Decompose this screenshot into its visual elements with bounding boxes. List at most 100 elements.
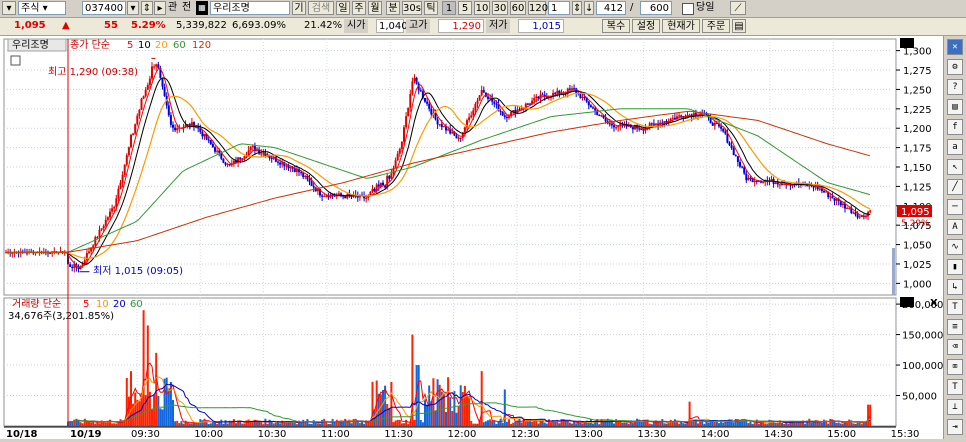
period-label[interactable]: 기 — [292, 1, 306, 15]
candle-body — [325, 195, 328, 197]
candle-body — [226, 164, 229, 166]
search-icon[interactable]: ▸ — [154, 1, 166, 15]
tool-abc-icon[interactable]: a — [947, 139, 963, 155]
candle-body — [121, 174, 124, 183]
info-bar: 1,095 ▲ 55 5.29% 5,339,822 6,693.09% 21.… — [0, 18, 966, 36]
volume-bar — [547, 419, 550, 426]
stock-name-input[interactable]: 우리조명 — [210, 1, 290, 15]
interval-120[interactable]: 120 — [528, 1, 548, 15]
overlay-checkbox[interactable] — [10, 55, 21, 66]
code-input[interactable]: 037400 — [82, 1, 126, 15]
candle-body — [71, 266, 74, 269]
volume-bar — [489, 419, 492, 426]
order-button[interactable]: 주문 — [702, 19, 730, 33]
volume-bar — [226, 423, 229, 426]
layout-toggle-icon[interactable]: ▾ — [2, 1, 16, 15]
tool-arrow-icon[interactable]: ↳ — [947, 279, 963, 295]
tool-fibo-icon[interactable]: ≡ — [947, 319, 963, 335]
volume-bar — [663, 423, 666, 426]
volume-bar — [316, 423, 319, 426]
tool-pointer-icon[interactable]: ↖ — [947, 159, 963, 175]
interval-1[interactable]: 1 — [442, 1, 456, 15]
tool-cross-icon[interactable]: ✕ — [947, 39, 963, 55]
period-week[interactable]: 주 — [352, 1, 366, 15]
tool-auto-icon[interactable]: A — [947, 219, 963, 235]
search-button[interactable]: 검색 — [308, 1, 334, 15]
candle-body — [382, 182, 384, 186]
interval-stepper-icon[interactable]: ⇕ — [572, 1, 582, 15]
volume-bar — [613, 423, 615, 426]
tool-idea-icon[interactable]: ? — [947, 79, 963, 95]
tool-wave-icon[interactable]: ∿ — [947, 239, 963, 255]
candle-body — [537, 96, 540, 99]
settings-button[interactable]: 설정 — [632, 19, 660, 33]
panel-icon[interactable]: ▤ — [732, 19, 746, 33]
tool-history-icon[interactable]: ▤ — [947, 99, 963, 115]
candle-body — [96, 237, 99, 239]
tool-settings-icon[interactable]: ⚙ — [947, 59, 963, 75]
quote-button[interactable]: 현재가 — [662, 19, 700, 33]
watch-label[interactable]: 관 — [168, 1, 177, 15]
tool-trendline-icon[interactable]: ╱ — [947, 179, 963, 195]
grid-icon[interactable]: ▦ — [196, 1, 208, 15]
volume-bar — [178, 423, 181, 426]
volume-bar — [661, 419, 664, 426]
tool-eraser-all-icon[interactable]: ⌧ — [947, 359, 963, 375]
market-select[interactable]: 주식 ▾ — [18, 1, 66, 15]
volume-bar — [531, 421, 534, 426]
volume-bar — [390, 381, 393, 426]
code-dropdown-icon[interactable]: ▾ — [127, 1, 139, 15]
volume-bar — [197, 423, 200, 426]
interval-60[interactable]: 60 — [510, 1, 526, 15]
period-month[interactable]: 월 — [368, 1, 382, 15]
count-input[interactable]: 412 — [596, 1, 626, 15]
x-date-label: 10/18 — [6, 429, 38, 439]
chevron-down-icon: ▾ — [42, 3, 48, 14]
period-tick[interactable]: 틱 — [424, 1, 438, 15]
candle-body — [321, 195, 324, 197]
tool-exit-icon[interactable]: ⇥ — [947, 419, 963, 435]
volume-bar — [115, 423, 118, 426]
chart-tool-icon[interactable]: ⟋ — [730, 1, 746, 15]
current-pct-tag: 5.29% — [901, 219, 930, 229]
x-time-label: 10:30 — [258, 429, 287, 439]
tool-candle-icon[interactable]: ▮ — [947, 259, 963, 275]
code-stepper-icon[interactable]: ⇕ — [141, 1, 153, 15]
interval-30[interactable]: 30 — [492, 1, 508, 15]
tool-text-icon[interactable]: T — [947, 299, 963, 315]
candle-body — [459, 137, 462, 139]
chart-svg[interactable]: 1,0001,0251,0501,0751,1001,1251,1501,175… — [0, 36, 943, 440]
tool-type-icon[interactable]: T — [947, 379, 963, 395]
price-scroll-indicator[interactable] — [892, 248, 895, 295]
interval-5[interactable]: 5 — [458, 1, 472, 15]
interval-input[interactable]: 1 — [548, 1, 570, 15]
chart-area[interactable]: 1,0001,0251,0501,0751,1001,1251,1501,175… — [0, 36, 943, 440]
multi-button[interactable]: 복수 — [602, 19, 630, 33]
candle-body — [739, 161, 741, 167]
volume-bar — [432, 378, 435, 426]
price-panel-menu-icon[interactable] — [900, 38, 914, 48]
tool-foo-icon[interactable]: f — [947, 119, 963, 135]
volume-bar — [554, 421, 557, 426]
volume-bar — [151, 409, 153, 426]
tool-measure-icon[interactable]: ⊥ — [947, 399, 963, 415]
candle-body — [157, 64, 160, 69]
same-day-checkbox[interactable] — [682, 3, 694, 15]
x-time-label: 09:30 — [131, 429, 160, 439]
volume-panel-menu-icon[interactable] — [900, 297, 914, 307]
volume-bar — [575, 423, 578, 426]
volume-bar — [279, 423, 282, 426]
volume-panel-close-icon[interactable]: X — [930, 298, 938, 309]
period-minute[interactable]: 분 — [386, 1, 400, 15]
period-30s[interactable]: 30s — [402, 1, 422, 15]
mode-label[interactable]: 전 — [182, 1, 191, 15]
tool-hline-icon[interactable]: ─ — [947, 199, 963, 215]
price-tick-label: 1,275 — [903, 66, 932, 77]
interval-10[interactable]: 10 — [474, 1, 490, 15]
candle-body — [753, 180, 756, 182]
tool-eraser-icon[interactable]: ⌫ — [947, 339, 963, 355]
volume-total-note: 34,676주(3,201.85%) — [8, 311, 114, 322]
down-arrow-icon[interactable]: ↓ — [584, 1, 594, 15]
volume-bar — [251, 421, 254, 426]
period-day[interactable]: 일 — [336, 1, 350, 15]
